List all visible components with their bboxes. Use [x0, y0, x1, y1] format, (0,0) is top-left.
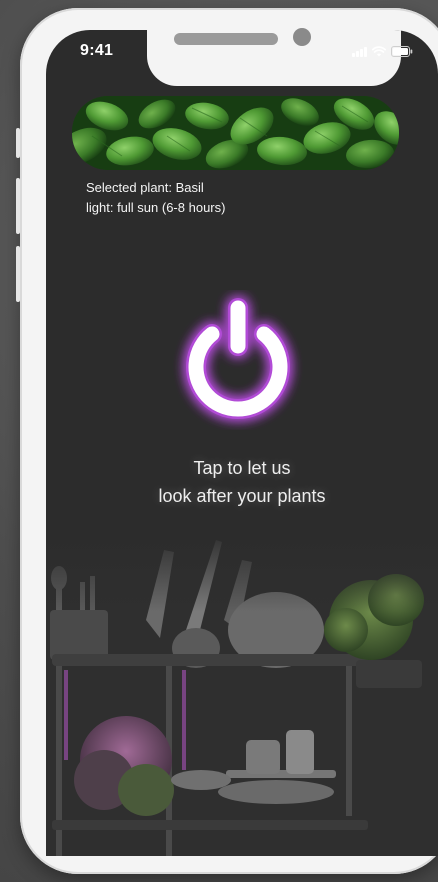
- wifi-icon: [371, 46, 386, 57]
- cta-line-1: Tap to let us: [193, 458, 291, 478]
- light-requirement-label: light: full sun (6-8 hours): [86, 200, 226, 215]
- status-icons: [352, 46, 413, 57]
- side-button-volume-up: [16, 178, 20, 234]
- basil-hero-image: [72, 96, 399, 170]
- kitchen-shelf-photo: [46, 530, 438, 856]
- status-time: 9:41: [80, 42, 114, 59]
- basil-leaves-photo: [72, 96, 399, 170]
- front-camera: [293, 28, 311, 46]
- speaker-grille: [174, 33, 278, 45]
- battery-icon: [390, 46, 412, 57]
- plant-info: Selected plant: Basil light: full sun (6…: [86, 178, 225, 218]
- power-button[interactable]: [168, 290, 308, 430]
- cta-line-2: look after your plants: [158, 486, 326, 506]
- selected-plant-label: Selected plant: Basil: [86, 180, 204, 195]
- cellular-signal-icon: [352, 47, 367, 57]
- side-button-volume-down: [16, 246, 20, 302]
- side-button-mute: [16, 128, 20, 158]
- power-icon: [186, 298, 290, 419]
- call-to-action-text: Tap to let us look after your plants: [46, 454, 438, 510]
